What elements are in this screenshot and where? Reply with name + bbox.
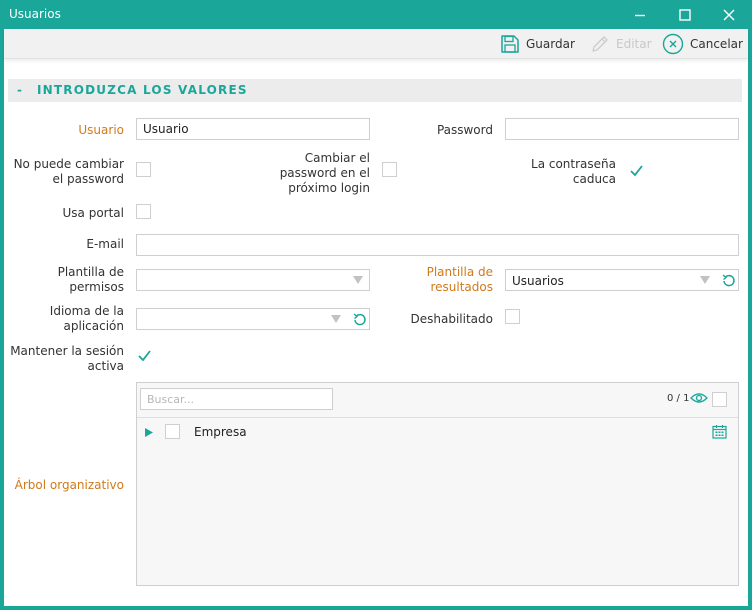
refresh-icon[interactable]	[353, 312, 367, 326]
mantener-label-line2: activa	[87, 359, 124, 373]
section-title: INTRODUZCA LOS VALORES	[37, 83, 248, 97]
idioma-select[interactable]	[136, 308, 370, 330]
mantener-sesion-checkbox[interactable]	[136, 347, 151, 362]
calendar-icon[interactable]	[712, 424, 727, 439]
no-cambiar-label-line2: el password	[52, 172, 124, 186]
chevron-down-icon	[331, 315, 341, 323]
tree-selection-counter: 0 / 1	[667, 393, 690, 404]
no-cambiar-password-checkbox[interactable]	[136, 162, 151, 177]
plantilla-permisos-line1: Plantilla de	[57, 265, 124, 279]
tree-select-all-checkbox[interactable]	[712, 392, 727, 407]
caduca-label-line1: La contraseña	[531, 157, 616, 171]
tree-header-divider	[137, 417, 738, 418]
no-cambiar-label-line1: No puede cambiar	[13, 157, 124, 171]
idioma-label-line2: aplicación	[63, 319, 124, 333]
chevron-down-icon	[353, 276, 363, 284]
mantener-sesion-label: Mantener la sesión activa	[8, 344, 124, 374]
tree-item-checkbox[interactable]	[165, 424, 180, 439]
cancel-icon	[662, 33, 684, 55]
checkmark-icon	[138, 350, 151, 362]
eye-icon[interactable]	[690, 391, 708, 405]
expand-arrow-icon[interactable]	[145, 428, 153, 437]
window-title: Usuarios	[9, 7, 61, 21]
plantilla-resultados-select[interactable]: Usuarios	[505, 269, 739, 291]
refresh-icon[interactable]	[722, 273, 736, 287]
close-icon	[723, 9, 735, 20]
plantilla-resultados-line2: resultados	[430, 280, 493, 294]
toolbar: Guardar Editar Cancelar	[4, 29, 748, 59]
save-button[interactable]: Guardar	[500, 32, 575, 56]
maximize-button[interactable]	[663, 0, 707, 29]
minimize-icon	[635, 14, 645, 16]
cambiar-label-line1: Cambiar el	[304, 151, 370, 165]
tree-search-input[interactable]: Buscar...	[140, 388, 333, 410]
cambiar-password-label: Cambiar el password en el próximo login	[250, 151, 370, 196]
deshabilitado-checkbox[interactable]	[505, 309, 520, 324]
usa-portal-checkbox[interactable]	[136, 204, 151, 219]
cambiar-password-checkbox[interactable]	[382, 162, 397, 177]
cambiar-label-line2: password en el	[279, 166, 370, 180]
usuario-label: Usuario	[78, 123, 124, 137]
usa-portal-label: Usa portal	[62, 206, 125, 220]
cancel-label: Cancelar	[690, 37, 743, 51]
edit-label: Editar	[616, 37, 652, 51]
plantilla-resultados-label: Plantilla de resultados	[394, 265, 493, 295]
idioma-label-line1: Idioma de la	[49, 304, 124, 318]
usuario-input[interactable]: Usuario	[136, 118, 370, 140]
checkmark-icon	[630, 165, 643, 177]
close-window-button[interactable]	[707, 0, 751, 29]
maximize-icon	[679, 8, 691, 21]
plantilla-permisos-label: Plantilla de permisos	[24, 265, 124, 295]
title-bar: Usuarios	[0, 0, 752, 29]
plantilla-permisos-line2: permisos	[69, 280, 124, 294]
edit-button[interactable]: Editar	[590, 32, 652, 56]
idioma-label: Idioma de la aplicación	[24, 304, 124, 334]
window-content: Guardar Editar Cancelar - INTRODUZCA LOS…	[4, 29, 748, 606]
save-icon	[501, 35, 519, 53]
password-input[interactable]	[505, 118, 739, 140]
password-label: Password	[436, 123, 493, 137]
edit-icon	[592, 36, 608, 52]
contrasena-caduca-checkbox[interactable]	[628, 162, 643, 177]
caduca-label-line2: caduca	[572, 172, 616, 186]
section-header[interactable]: - INTRODUZCA LOS VALORES	[8, 79, 742, 102]
minimize-button[interactable]	[618, 0, 662, 29]
email-input[interactable]	[136, 234, 739, 256]
section-collapse-toggle[interactable]: -	[17, 83, 22, 97]
contrasena-caduca-label: La contraseña caduca	[494, 157, 616, 187]
app-window: Usuarios Guardar Editar Cancelar - INTRO…	[0, 0, 752, 610]
plantilla-resultados-value: Usuarios	[512, 274, 564, 288]
no-cambiar-password-label: No puede cambiar el password	[8, 157, 124, 187]
plantilla-permisos-select[interactable]	[136, 269, 370, 291]
cancel-button[interactable]: Cancelar	[662, 32, 743, 56]
cambiar-label-line3: próximo login	[288, 181, 370, 195]
mantener-label-line1: Mantener la sesión	[10, 344, 124, 358]
save-label: Guardar	[526, 37, 575, 51]
plantilla-resultados-line1: Plantilla de	[426, 265, 493, 279]
tree-item-label: Empresa	[194, 425, 247, 439]
tree-item-empresa[interactable]: Empresa	[137, 421, 738, 443]
deshabilitado-label: Deshabilitado	[410, 312, 493, 326]
chevron-down-icon	[700, 276, 710, 284]
email-label: E-mail	[86, 237, 124, 251]
org-tree-panel: Buscar... 0 / 1 Empresa	[136, 382, 739, 586]
arbol-organizativo-label: Árbol organizativo	[14, 478, 124, 492]
